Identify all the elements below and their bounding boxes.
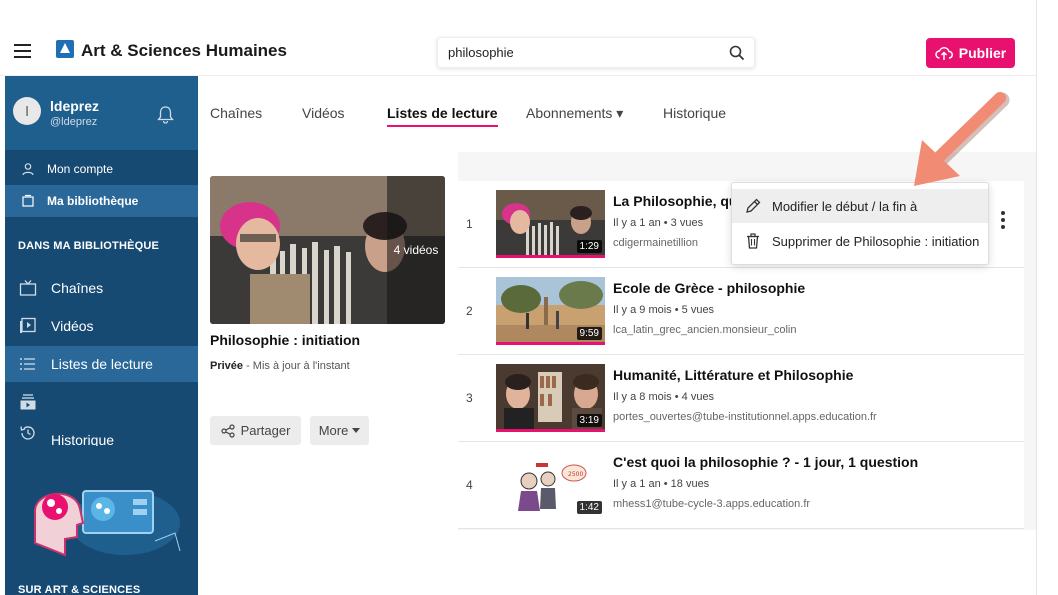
video-channel[interactable]: mhess1@tube-cycle-3.apps.education.fr: [613, 498, 810, 510]
page-scrollbar[interactable]: [1036, 0, 1058, 595]
more-options-icon[interactable]: [996, 211, 1010, 231]
top-bar: Art & Sciences Humaines Publier: [0, 0, 1036, 76]
user-block: l ldeprez @ldeprez: [5, 76, 198, 150]
video-meta: Il y a 1 an • 18 vues: [613, 478, 710, 490]
video-title[interactable]: La Philosophie, qu: [613, 193, 731, 209]
sidebar-item-ma-bibliotheque[interactable]: Ma bibliothèque: [5, 185, 198, 217]
share-icon: [220, 423, 235, 438]
tv-icon: [19, 280, 37, 296]
tab-videos[interactable]: Vidéos: [302, 105, 345, 121]
playlist-privacy: Privée: [210, 360, 244, 372]
video-channel[interactable]: lca_latin_grec_ancien.monsieur_colin: [613, 324, 796, 336]
edit-start-end-menu-item[interactable]: Modifier le début / la fin à: [732, 189, 988, 223]
search-input[interactable]: [448, 45, 718, 60]
pencil-icon: [746, 198, 761, 213]
video-meta: Il y a 9 mois • 5 vues: [613, 304, 715, 316]
video-duration: 1:42: [576, 501, 602, 514]
video-meta: Il y a 8 mois • 4 vues: [613, 391, 715, 403]
video-index: 1: [466, 217, 473, 231]
video-index: 2: [466, 304, 473, 318]
tab-chaines[interactable]: Chaînes: [210, 105, 262, 121]
sidebar-item-videos[interactable]: Vidéos: [5, 308, 198, 344]
history-icon: [20, 426, 35, 440]
more-label: More: [318, 423, 349, 438]
playlist-updated: - Mis à jour à l'instant: [243, 360, 350, 372]
playlist-video-count: 4 vidéos: [387, 176, 445, 324]
tab-listes-de-lecture[interactable]: Listes de lecture: [387, 105, 498, 127]
share-label: Partager: [240, 423, 291, 438]
annotation-arrow-icon: [914, 92, 1010, 186]
publish-label: Publier: [958, 45, 1007, 61]
remove-from-playlist-menu-item[interactable]: Supprimer de Philosophie : initiation: [732, 224, 988, 258]
video-context-menu: Modifier le début / la fin à Supprimer d…: [731, 182, 989, 265]
video-channel[interactable]: cdigermainetillion: [613, 237, 698, 249]
sidebar-item-mon-compte[interactable]: Mon compte: [5, 153, 198, 185]
sidebar-item-label: Mon compte: [47, 162, 114, 176]
page: Art & Sciences Humaines Publier l ldepre…: [0, 0, 1058, 595]
watched-progress-bar: [496, 429, 605, 432]
user-icon: [22, 163, 34, 176]
video-thumbnail[interactable]: 9:59: [496, 277, 605, 345]
sidebar-item-historique[interactable]: Historique: [5, 420, 198, 446]
bell-icon[interactable]: [157, 105, 174, 124]
sidebar-item-label: Chaînes: [51, 280, 104, 296]
sidebar-item-label: Listes de lecture: [51, 356, 153, 372]
tab-historique[interactable]: Historique: [663, 105, 726, 121]
subscriptions-icon: [20, 394, 36, 410]
video-duration: 9:59: [576, 327, 602, 340]
video-channel[interactable]: portes_ouvertes@tube-institutionnel.apps…: [613, 411, 877, 423]
watched-progress-bar: [496, 255, 605, 258]
video-duration: 1:29: [576, 240, 602, 253]
table-row[interactable]: 4 2500 1:42 C'est quoi la philosophie ? …: [458, 442, 1024, 528]
video-thumbnail[interactable]: 1:29: [496, 190, 605, 258]
video-index: 3: [466, 391, 473, 405]
publish-button[interactable]: Publier: [926, 38, 1015, 68]
sidebar-item-label: Ma bibliothèque: [47, 194, 139, 208]
menu-item-label: Supprimer de Philosophie : initiation: [772, 233, 980, 249]
watched-progress-bar: [496, 342, 605, 345]
video-thumbnail[interactable]: 2500 1:42: [496, 451, 605, 519]
sidebar: l ldeprez @ldeprez Mon compte Ma bibliot…: [5, 76, 198, 595]
svg-text:2500: 2500: [568, 471, 583, 478]
video-title[interactable]: Humanité, Littérature et Philosophie: [613, 367, 853, 383]
site-logo-icon[interactable]: [56, 40, 74, 58]
search-icon[interactable]: [729, 45, 745, 61]
hamburger-menu-icon[interactable]: [14, 44, 31, 58]
caret-down-icon: [352, 428, 361, 433]
video-duration: 3:19: [576, 414, 602, 427]
video-title[interactable]: Ecole de Grèce - philosophie: [613, 280, 805, 296]
playlist-meta: Privée - Mis à jour à l'instant: [210, 360, 350, 372]
sidebar-item-label: Historique: [51, 432, 115, 446]
sidebar-item-chaines[interactable]: Chaînes: [5, 270, 198, 306]
user-handle: @ldeprez: [50, 116, 98, 128]
share-button[interactable]: Partager: [210, 416, 301, 445]
library-icon: [22, 194, 34, 207]
sidebar-item-label: Vidéos: [51, 318, 94, 334]
video-thumbnail[interactable]: 3:19: [496, 364, 605, 432]
playlist-title[interactable]: Philosophie : initiation: [210, 332, 360, 348]
user-name[interactable]: ldeprez: [50, 98, 99, 114]
menu-item-label: Modifier le début / la fin à: [772, 198, 918, 214]
video-icon: [20, 317, 36, 333]
trash-icon: [747, 233, 759, 249]
sidebar-item-listes-de-lecture[interactable]: Listes de lecture: [5, 346, 198, 382]
library-section-title: DANS MA BIBLIOTHÈQUE: [18, 240, 160, 252]
row-divider: [458, 528, 1024, 529]
site-title[interactable]: Art & Sciences Humaines: [81, 41, 287, 61]
tab-abonnements[interactable]: Abonnements ▾: [526, 105, 623, 122]
video-index: 4: [466, 478, 473, 492]
table-row[interactable]: 3 3:19 Humanité, Littérature et Philosop…: [458, 355, 1024, 441]
table-row[interactable]: 2 9:59 Ecole de Grèce - philosophie Il y…: [458, 268, 1024, 354]
avatar[interactable]: l: [13, 97, 41, 125]
video-title[interactable]: C'est quoi la philosophie ? - 1 jour, 1 …: [613, 454, 918, 470]
education-illustration: [34, 490, 181, 557]
more-button[interactable]: More: [310, 416, 369, 445]
site-section-title: SUR ART & SCIENCES HUMAINES: [18, 584, 141, 595]
playlist-thumbnail[interactable]: 4 vidéos: [210, 176, 445, 324]
search-box: [437, 37, 755, 68]
upload-cloud-icon: [935, 47, 953, 60]
video-meta: Il y a 1 an • 3 vues: [613, 217, 704, 229]
list-icon: [20, 358, 35, 370]
sidebar-item-abonnements[interactable]: [5, 384, 198, 420]
